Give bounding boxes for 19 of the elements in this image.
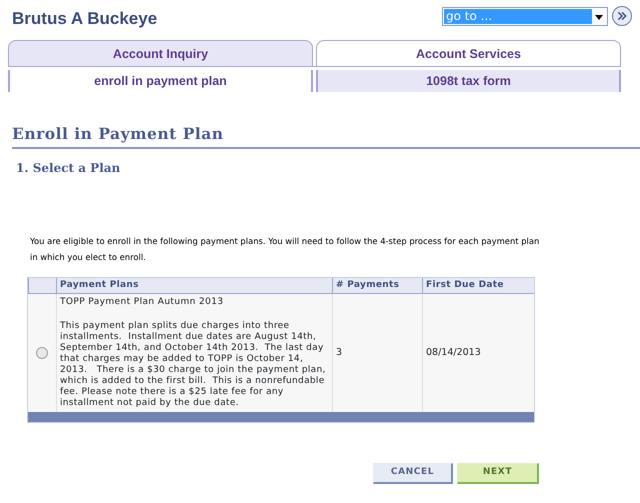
table-cell-text: 08/14/2013 — [426, 346, 481, 360]
column-header: # Payments — [332, 278, 422, 294]
column-header: Payment Plans — [56, 278, 332, 294]
column-header: First Due Date — [422, 278, 534, 294]
intro-text: You are eligible to enroll in the following payment plans. You will need to follow the 4-step process for each payment plan in which you elect to enroll. — [30, 235, 540, 264]
page-title: Enroll in Payment Plan — [12, 122, 640, 150]
cancel-button[interactable]: CANCEL — [373, 462, 453, 484]
radio-button[interactable] — [36, 347, 48, 359]
next-button[interactable]: NEXT — [457, 462, 539, 484]
subtab[interactable]: 1098t tax form — [316, 70, 621, 92]
step-title: 1. Select a Plan — [16, 160, 122, 178]
go-button[interactable] — [612, 6, 632, 26]
user-name: Brutus A Buckeye — [12, 8, 158, 30]
plan-name: TOPP Payment Plan Autumn 2013 — [60, 296, 224, 310]
table-cell-text: 3 — [336, 346, 342, 360]
plan-description: This payment plan splits due charges into three installments. Installment due dates are August 14th, September 14th, and October 14th 2013. The last day that charges may be added to TOPP is October 14, 2013. There is a $30 charge to join the payment plan, which is added to the first bill. This is a nonrefundable fee. Please note there is a $25 late fee for any installment not paid by the due date. — [60, 320, 327, 409]
subtab[interactable]: enroll in payment plan — [8, 70, 313, 92]
tab[interactable]: Account Inquiry — [8, 40, 313, 66]
tab[interactable]: Account Services — [316, 40, 621, 66]
